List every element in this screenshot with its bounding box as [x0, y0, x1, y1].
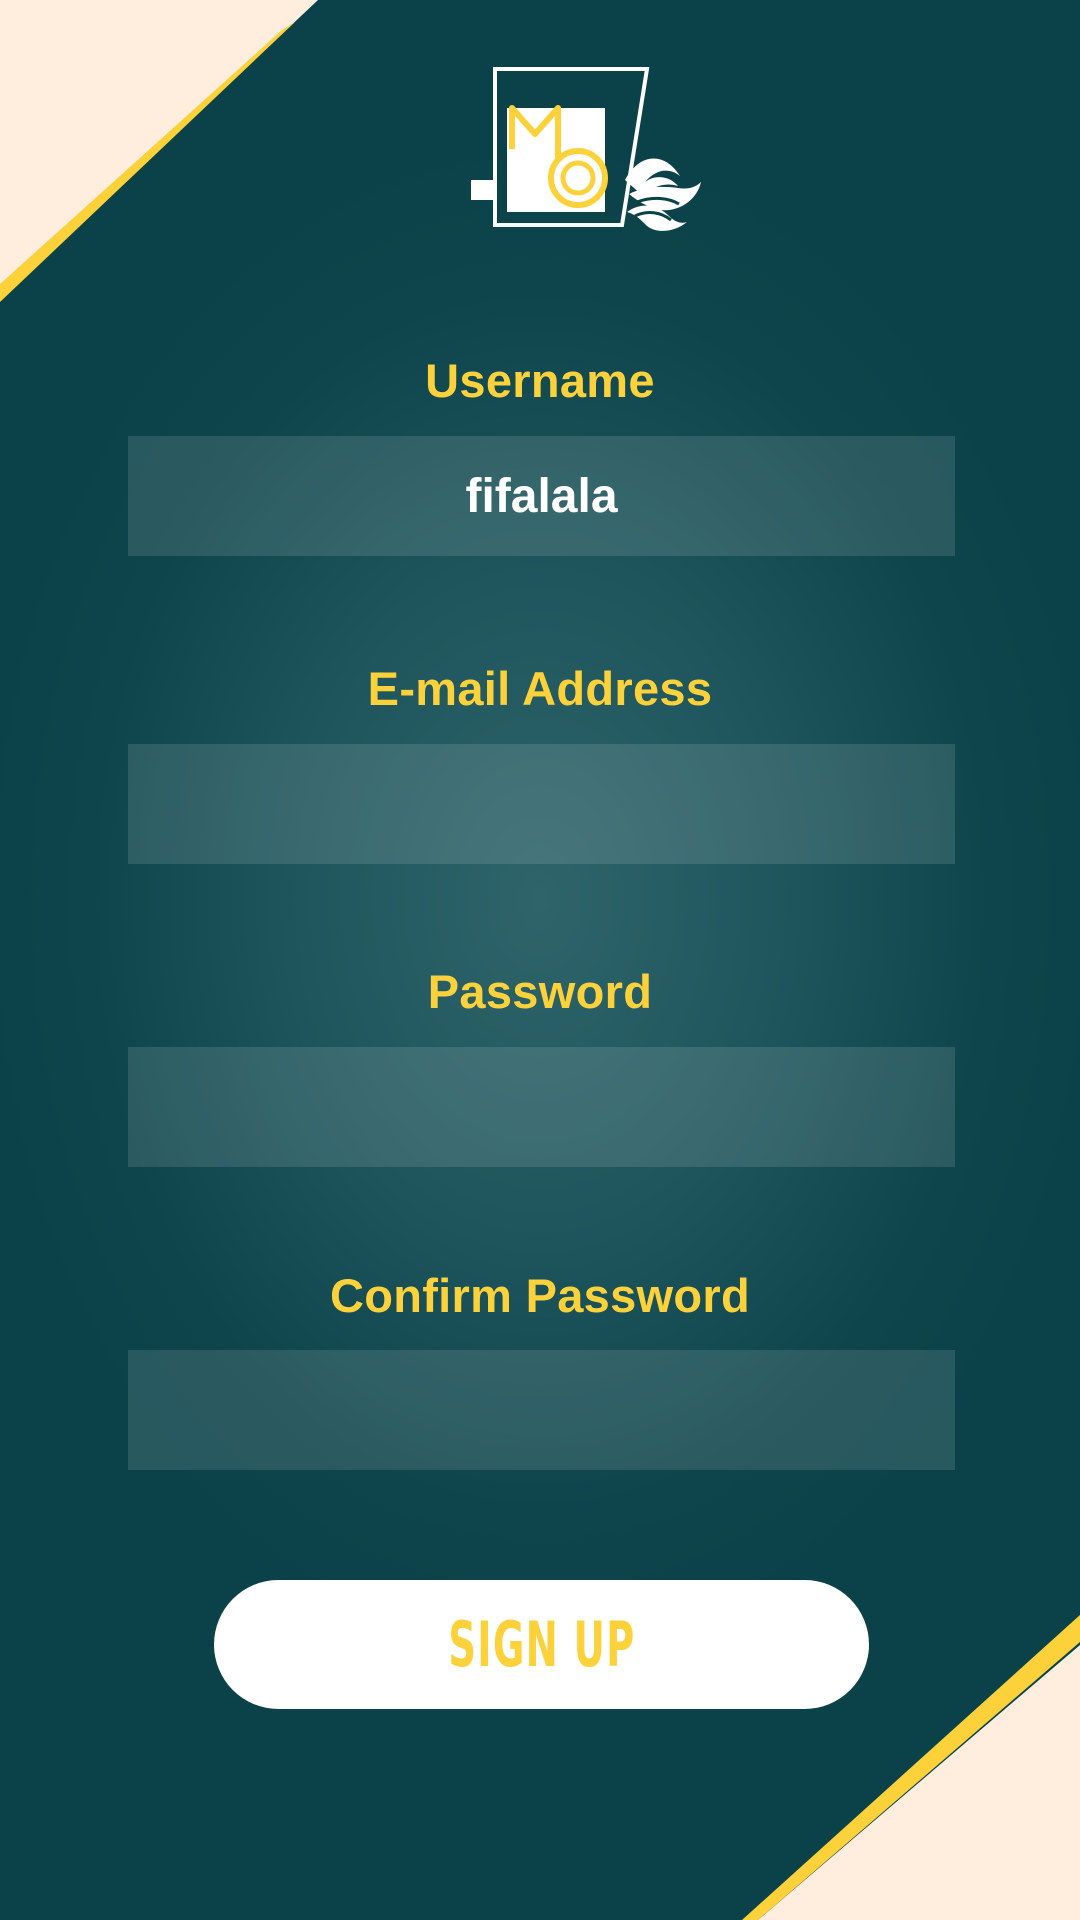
hotel-door-key-logo-icon — [471, 67, 701, 231]
sign-up-button[interactable]: SIGN UP — [214, 1580, 869, 1709]
email-input[interactable] — [128, 744, 955, 864]
confirm-password-input[interactable] — [128, 1350, 955, 1470]
username-label: Username — [425, 354, 655, 407]
password-input[interactable] — [128, 1047, 955, 1167]
password-field[interactable] — [128, 1047, 955, 1167]
confirm-password-field[interactable] — [128, 1350, 955, 1470]
username-field[interactable] — [128, 436, 955, 556]
confirm-password-label: Confirm Password — [329, 1269, 751, 1322]
username-input[interactable] — [128, 436, 955, 556]
sign-up-label: SIGN UP — [447, 1608, 636, 1681]
password-label: Password — [427, 965, 653, 1018]
email-field[interactable] — [128, 744, 955, 864]
email-label: E-mail Address — [367, 662, 713, 715]
